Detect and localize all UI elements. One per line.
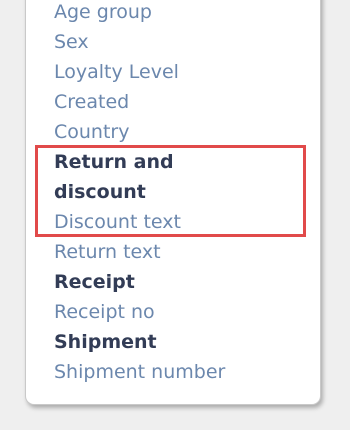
option-country[interactable]: Country xyxy=(54,117,225,147)
dropdown-panel: Age group Sex Loyalty Level Created Coun… xyxy=(25,0,321,405)
option-receipt-no[interactable]: Receipt no xyxy=(54,297,225,327)
option-age-group[interactable]: Age group xyxy=(54,0,225,27)
group-header-return-and-discount-line2: discount xyxy=(54,181,146,203)
group-header-receipt: Receipt xyxy=(54,271,135,293)
option-loyalty-level[interactable]: Loyalty Level xyxy=(54,57,225,87)
option-return-text[interactable]: Return text xyxy=(54,237,225,267)
dropdown-list: Age group Sex Loyalty Level Created Coun… xyxy=(54,0,225,387)
option-shipment-number[interactable]: Shipment number xyxy=(54,357,225,387)
option-created[interactable]: Created xyxy=(54,87,225,117)
group-header-shipment: Shipment xyxy=(54,331,157,353)
option-discount-text[interactable]: Discount text xyxy=(54,207,225,237)
option-sex[interactable]: Sex xyxy=(54,27,225,57)
group-header-return-and-discount-line1: Return and xyxy=(54,151,174,173)
